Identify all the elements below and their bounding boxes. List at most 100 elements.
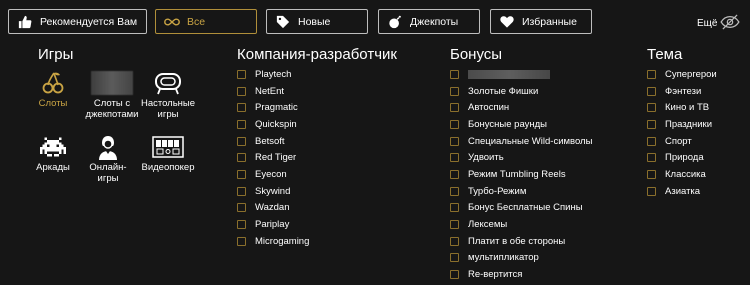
bonus-option[interactable]: Автоспин <box>450 99 592 116</box>
provider-option[interactable]: Eyecon <box>237 166 309 183</box>
game-type-label: Онлайн-игры <box>89 162 127 184</box>
provider-option[interactable]: Pragmatic <box>237 99 309 116</box>
bonus-option[interactable]: Специальные Wild-символы <box>450 133 592 150</box>
game-type-video-poker[interactable]: Видеопокер <box>140 134 196 173</box>
option-label: NetEnt <box>255 85 285 97</box>
checkbox[interactable] <box>647 153 656 163</box>
checkbox[interactable] <box>237 103 246 113</box>
provider-option[interactable]: Skywind <box>237 183 309 200</box>
checkbox[interactable] <box>647 119 656 129</box>
bonus-option[interactable]: мультипликатор <box>450 250 592 267</box>
checkbox[interactable] <box>450 69 459 79</box>
checkbox[interactable] <box>237 236 246 246</box>
checkbox[interactable] <box>450 103 459 113</box>
game-type-live[interactable]: Онлайн-игры <box>80 134 136 184</box>
checkbox[interactable] <box>450 236 459 246</box>
theme-option[interactable]: Классика <box>647 166 717 183</box>
bonus-option[interactable]: Бонусные раунды <box>450 116 592 133</box>
bonuses-title: Бонусы <box>450 46 503 63</box>
blurred-option-label <box>468 69 550 79</box>
checkbox[interactable] <box>450 136 459 146</box>
game-type-label: Аркады <box>36 162 70 173</box>
checkbox[interactable] <box>450 270 459 280</box>
theme-option[interactable]: Природа <box>647 149 717 166</box>
bonus-option[interactable]: Re-вертится <box>450 266 592 283</box>
option-label: мультипликатор <box>468 252 539 264</box>
heart-icon <box>499 14 515 30</box>
checkbox[interactable] <box>647 69 656 79</box>
checkbox[interactable] <box>237 169 246 179</box>
game-type-label: Слоты с джекпотами <box>85 98 139 120</box>
provider-option[interactable]: Red Tiger <box>237 149 309 166</box>
option-label: Природа <box>665 152 704 164</box>
checkbox[interactable] <box>237 186 246 196</box>
game-type-table[interactable]: Настольные игры <box>140 70 196 120</box>
dealer-icon <box>80 134 136 160</box>
provider-option[interactable]: Pariplay <box>237 216 309 233</box>
checkbox[interactable] <box>647 169 656 179</box>
checkbox[interactable] <box>647 103 656 113</box>
game-type-arcade[interactable]: Аркады <box>25 134 81 173</box>
bonus-option[interactable]: Лексемы <box>450 216 592 233</box>
bonus-option[interactable]: Режим Tumbling Reels <box>450 166 592 183</box>
game-type-label: Слоты <box>38 98 68 109</box>
checkbox[interactable] <box>647 136 656 146</box>
checkbox[interactable] <box>450 119 459 129</box>
provider-option[interactable]: Quickspin <box>237 116 309 133</box>
option-label: Wazdan <box>255 202 290 214</box>
checkbox[interactable] <box>237 203 246 213</box>
bonus-option[interactable]: Золотые Фишки <box>450 83 592 100</box>
games-title: Игры <box>38 46 74 63</box>
game-type-label: Настольные игры <box>140 98 196 120</box>
option-label: Pariplay <box>255 219 290 231</box>
option-label: Quickspin <box>255 118 297 130</box>
space-invader-icon <box>25 134 81 160</box>
bonus-option[interactable]: Турбо-Режим <box>450 183 592 200</box>
checkbox[interactable] <box>647 186 656 196</box>
bonus-option[interactable]: Платит в обе стороны <box>450 233 592 250</box>
game-type-slots[interactable]: Слоты <box>25 70 81 109</box>
theme-option[interactable]: Супергерои <box>647 66 717 83</box>
filter-jackpots-button[interactable]: Джекпоты <box>378 9 480 34</box>
checkbox[interactable] <box>450 186 459 196</box>
option-label: Skywind <box>255 185 291 197</box>
option-label: Microgaming <box>255 235 310 247</box>
checkbox[interactable] <box>237 220 246 230</box>
theme-option[interactable]: Праздники <box>647 116 717 133</box>
checkbox[interactable] <box>450 253 459 263</box>
filter-all-button[interactable]: Все <box>155 9 257 34</box>
bonus-option[interactable] <box>450 66 592 83</box>
filter-new-button[interactable]: Новые <box>266 9 368 34</box>
checkbox[interactable] <box>450 220 459 230</box>
provider-option[interactable]: Microgaming <box>237 233 309 250</box>
table-icon <box>140 70 196 96</box>
bonus-option[interactable]: Бонус Бесплатные Спины <box>450 200 592 217</box>
blurred-image <box>84 70 140 96</box>
checkbox[interactable] <box>450 153 459 163</box>
more-toggle[interactable]: Ещё <box>697 14 741 33</box>
checkbox[interactable] <box>237 153 246 163</box>
provider-option[interactable]: NetEnt <box>237 83 309 100</box>
checkbox[interactable] <box>237 86 246 96</box>
theme-option[interactable]: Азиатка <box>647 183 717 200</box>
checkbox[interactable] <box>647 86 656 96</box>
checkbox[interactable] <box>450 203 459 213</box>
theme-option[interactable]: Кино и ТВ <box>647 99 717 116</box>
filter-recommended-button[interactable]: Рекомендуется Вам <box>8 9 147 34</box>
filter-favorites-button[interactable]: Избранные <box>490 9 592 34</box>
provider-option[interactable]: Betsoft <box>237 133 309 150</box>
option-label: Золотые Фишки <box>468 85 539 97</box>
checkbox[interactable] <box>450 86 459 96</box>
theme-option[interactable]: Спорт <box>647 133 717 150</box>
bonus-option[interactable]: Удвоить <box>450 149 592 166</box>
option-label: Фэнтези <box>665 85 702 97</box>
checkbox[interactable] <box>450 169 459 179</box>
theme-option[interactable]: Фэнтези <box>647 83 717 100</box>
game-type-jackpot-slots[interactable]: Слоты с джекпотами <box>84 70 140 120</box>
infinity-icon <box>164 14 180 30</box>
checkbox[interactable] <box>237 136 246 146</box>
checkbox[interactable] <box>237 69 246 79</box>
provider-option[interactable]: Wazdan <box>237 200 309 217</box>
provider-option[interactable]: Playtech <box>237 66 309 83</box>
checkbox[interactable] <box>237 119 246 129</box>
